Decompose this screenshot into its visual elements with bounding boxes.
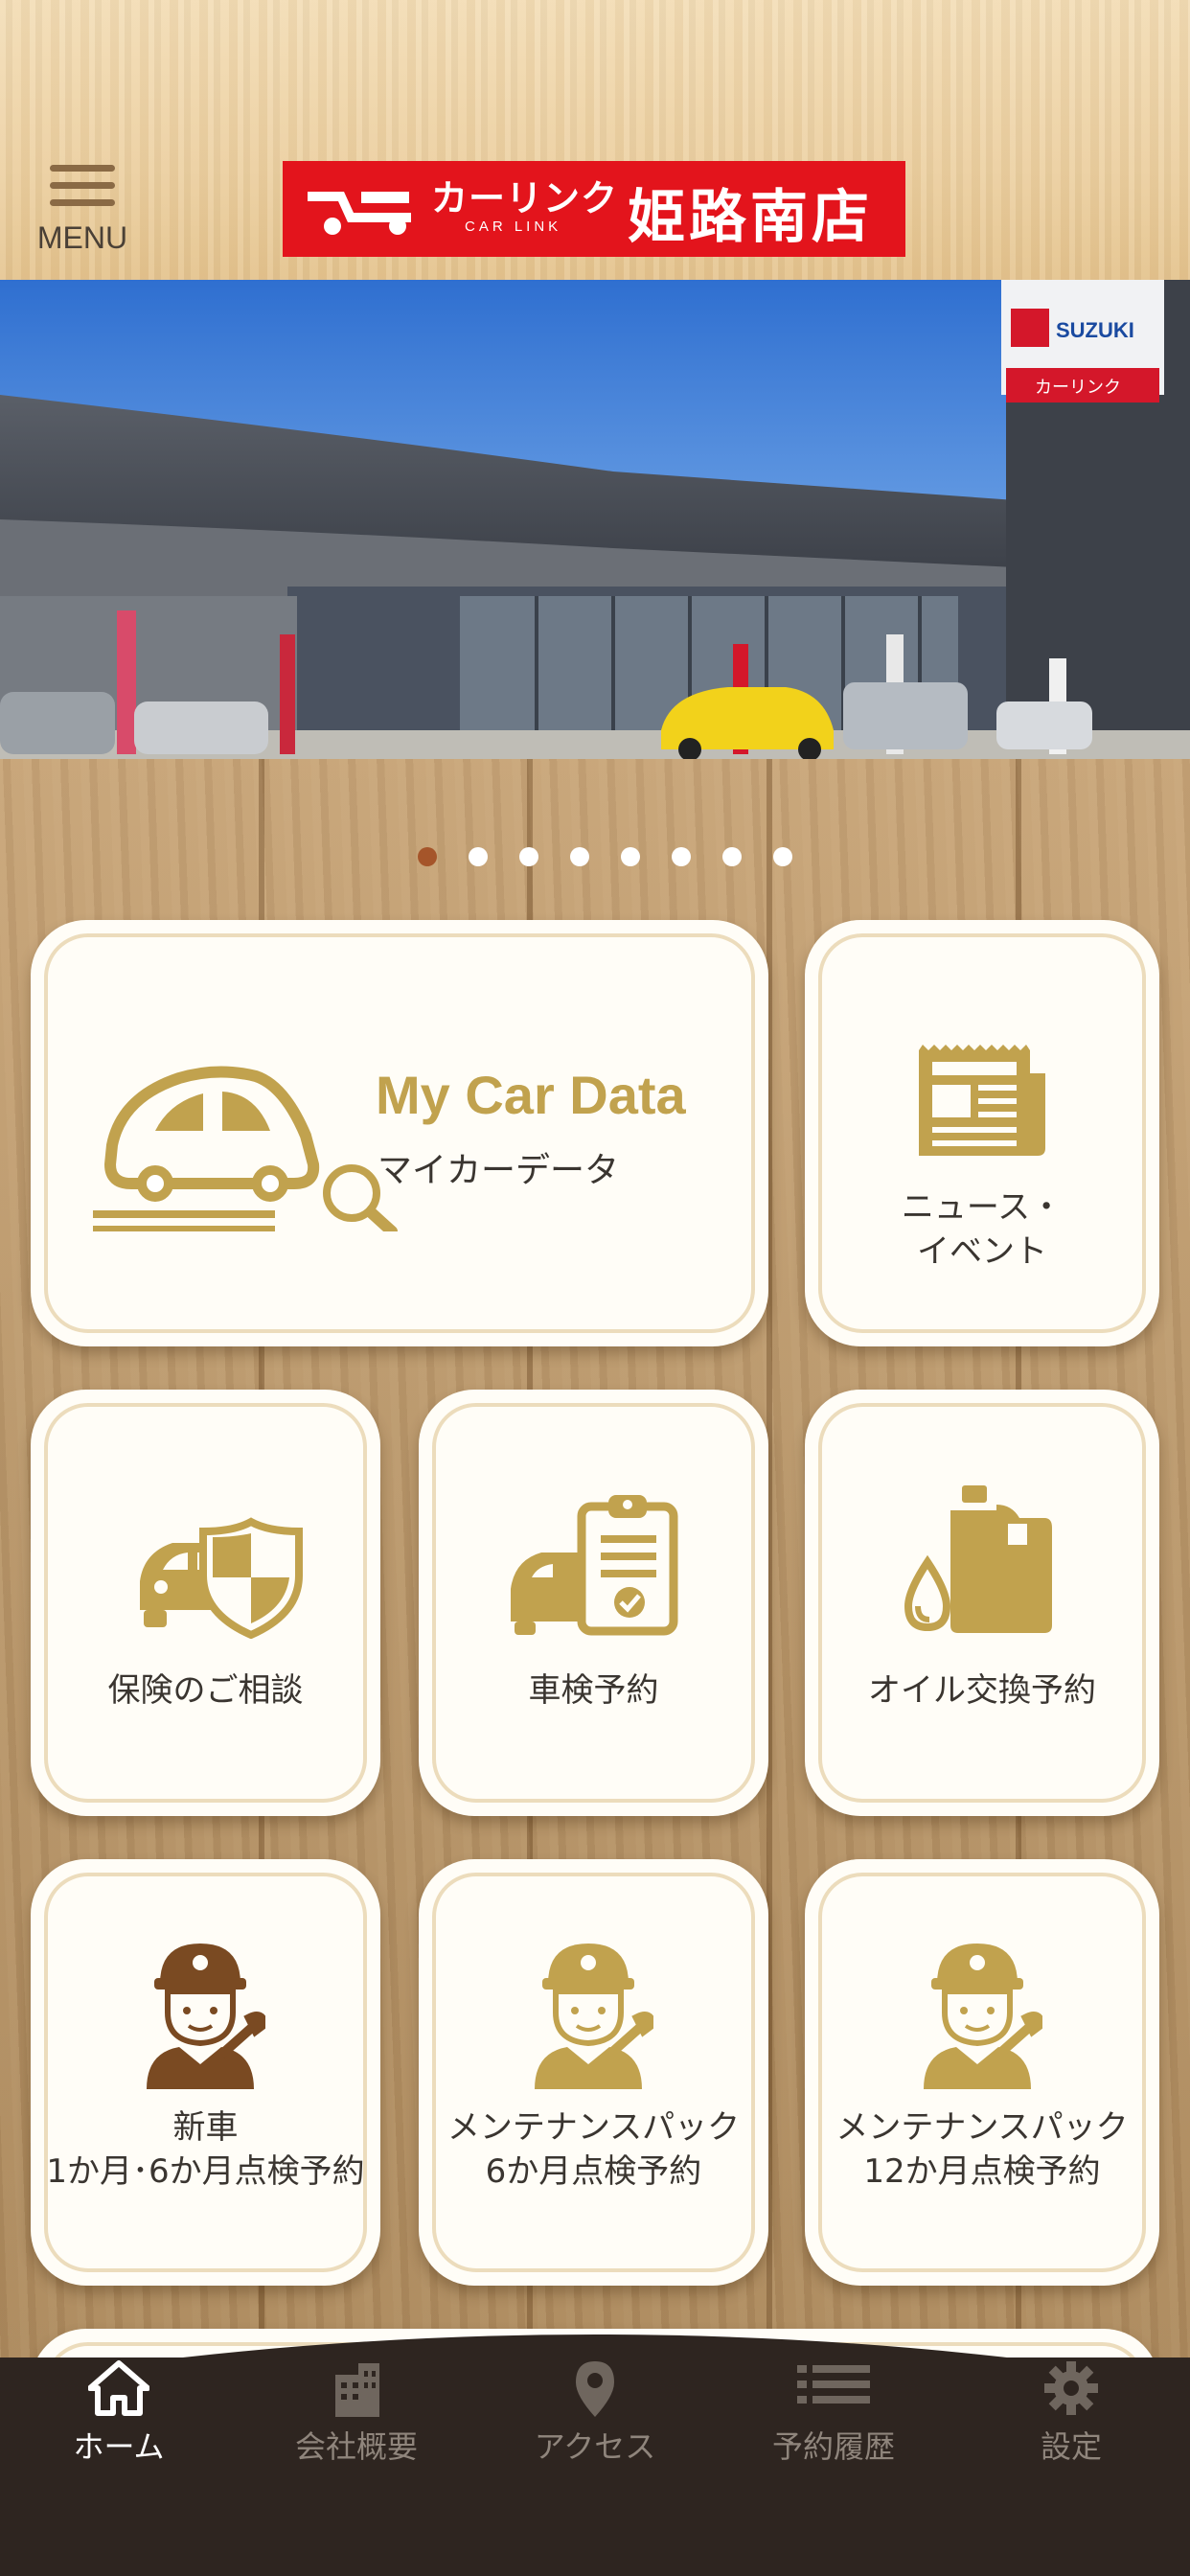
carousel-pagination[interactable] — [0, 843, 1190, 872]
car-search-icon — [93, 1066, 398, 1231]
gear-icon — [1044, 2361, 1098, 2415]
new-car-label-line2: 1か月･6か月点検予約 — [46, 2152, 365, 2191]
car-clipboard-icon — [511, 1495, 678, 1636]
mechanic-icon — [147, 1944, 265, 2089]
menu-icon-bar — [50, 199, 115, 206]
tab-company-label: 会社概要 — [294, 2428, 418, 2465]
news-label-line1: ニュース・ — [901, 1188, 1064, 1227]
carousel-dot[interactable] — [672, 847, 691, 866]
tab-settings-label: 設定 — [1040, 2428, 1102, 2465]
building-icon — [335, 2363, 379, 2417]
carousel-dot[interactable] — [570, 847, 589, 866]
tab-access-label: アクセス — [534, 2428, 656, 2465]
hero-banner-photo[interactable]: SUZUKI カーリンク — [0, 280, 1190, 759]
carousel-dot[interactable] — [621, 847, 640, 866]
my-car-data-tile[interactable]: My Car Data マイカーデータ — [31, 920, 768, 1346]
maint6-label-line1: メンテナンスパック — [446, 2108, 741, 2147]
maintenance-12month-tile[interactable]: メンテナンスパック 12か月点検予約 — [805, 1859, 1159, 2286]
oil-change-tile[interactable]: オイル交換予約 — [805, 1390, 1159, 1816]
carousel-dot[interactable] — [773, 847, 792, 866]
carlink-logo-mark — [308, 192, 411, 235]
my-car-data-title: My Car Data — [376, 1065, 686, 1125]
new-car-label-line1: 新車 — [172, 2108, 239, 2147]
insurance-label: 保険のご相談 — [107, 1671, 304, 1710]
logo-subtitle: CAR LINK — [465, 218, 562, 235]
carlink-sign: カーリンク — [1035, 378, 1121, 398]
tab-home[interactable]: ホーム — [23, 2359, 215, 2465]
menu-icon — [50, 165, 115, 172]
carousel-dot[interactable] — [722, 847, 742, 866]
suzuki-sign: SUZUKI — [1056, 318, 1134, 342]
carousel-dot[interactable] — [469, 847, 488, 866]
oil-can-icon — [904, 1485, 1052, 1633]
maintenance-6month-tile[interactable]: メンテナンスパック 6か月点検予約 — [419, 1859, 768, 2286]
logo-brand: カーリンク — [431, 177, 619, 219]
insurance-consult-tile[interactable]: 保険のご相談 — [31, 1390, 380, 1816]
tab-settings[interactable]: 設定 — [975, 2359, 1167, 2465]
mechanic-icon — [535, 1944, 653, 2089]
news-events-tile[interactable]: ニュース・ イベント — [805, 920, 1159, 1346]
app-header: MENU カーリンク CAR LINK 姫路南店 — [0, 0, 1190, 283]
tab-reservations[interactable]: 予約履歴 — [738, 2359, 929, 2465]
car-shield-icon — [140, 1517, 303, 1639]
location-pin-icon — [576, 2361, 614, 2417]
maint6-label-line2: 6か月点検予約 — [485, 2152, 702, 2191]
news-label-line2: イベント — [917, 1232, 1047, 1271]
menu-label: MENU — [36, 220, 128, 255]
carousel-dot[interactable] — [519, 847, 538, 866]
mechanic-icon — [924, 1944, 1042, 2089]
tab-company[interactable]: 会社概要 — [261, 2359, 452, 2465]
list-icon — [797, 2365, 870, 2404]
logo-store-name: 姫路南店 — [628, 184, 873, 251]
menu-icon-bar — [50, 182, 115, 189]
tab-access[interactable]: アクセス — [499, 2359, 691, 2465]
tab-reservations-label: 予約履歴 — [771, 2428, 895, 2465]
dealership-photo: SUZUKI カーリンク — [0, 280, 1190, 759]
maint12-label-line2: 12か月点検予約 — [863, 2152, 1101, 2191]
maint12-label-line1: メンテナンスパック — [835, 2108, 1129, 2147]
tab-home-label: ホーム — [73, 2428, 165, 2465]
oil-label: オイル交換予約 — [868, 1671, 1096, 1710]
carousel-dot[interactable] — [418, 847, 437, 866]
home-icon — [88, 2360, 149, 2416]
new-car-inspection-tile[interactable]: 新車 1か月･6か月点検予約 — [31, 1859, 380, 2286]
newspaper-icon — [919, 1045, 1045, 1156]
shaken-reservation-tile[interactable]: 車検予約 — [419, 1390, 768, 1816]
my-car-data-subtitle: マイカーデータ — [378, 1151, 620, 1190]
store-logo: カーリンク CAR LINK 姫路南店 — [283, 161, 905, 257]
menu-button[interactable]: MENU — [34, 161, 130, 261]
shaken-label: 車検予約 — [528, 1671, 659, 1710]
